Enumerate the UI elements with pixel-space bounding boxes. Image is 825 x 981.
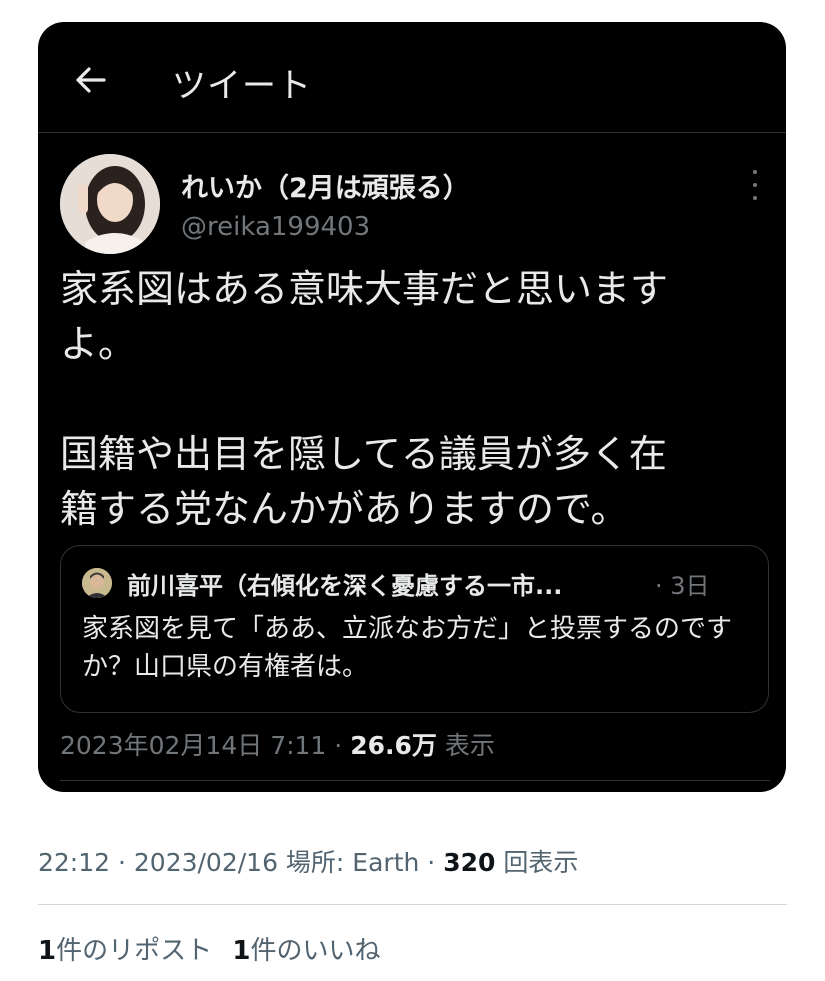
user-handle[interactable]: @reika199403: [181, 212, 370, 242]
more-dot-icon: [753, 183, 757, 187]
tweet-views-label: 表示: [436, 731, 495, 760]
back-arrow-icon: [73, 65, 107, 99]
quote-avatar-photo: [82, 568, 112, 598]
divider: [38, 904, 787, 905]
reposts-stat[interactable]: 1件のリポスト: [38, 936, 212, 966]
more-dot-icon: [753, 170, 757, 174]
quote-tweet[interactable]: 前川喜平（右傾化を深く憂慮する一市... · 3日 家系図を見て「ああ、立派なお…: [60, 545, 769, 713]
likes-count: 1: [232, 936, 251, 966]
likes-stat[interactable]: 1件のいいね: [232, 936, 380, 966]
post-views-count: 320: [443, 848, 496, 877]
avatar[interactable]: [60, 154, 160, 254]
header-title: ツイート: [172, 66, 312, 106]
post-meta: 22:12 · 2023/02/16 場所: Earth · 320 回表示: [38, 843, 578, 879]
embedded-tweet-screenshot: ツイート れいか（2月は頑張る） @reika199403 家系図はある意味大事…: [38, 22, 786, 792]
more-options-button[interactable]: [742, 170, 768, 200]
tweet-datetime: 2023年02月14日 7:11 ·: [60, 731, 351, 760]
likes-label: 件のいいね: [250, 936, 381, 966]
more-dot-icon: [753, 196, 757, 200]
tweet-meta: 2023年02月14日 7:11 · 26.6万 表示: [60, 726, 495, 762]
post-views-label: 回表示: [495, 848, 579, 877]
reposts-label: 件のリポスト: [56, 936, 213, 966]
post-datetime-location: 22:12 · 2023/02/16 場所: Earth ·: [38, 848, 444, 877]
tweet-views-count: 26.6万: [350, 731, 437, 760]
quote-avatar: [82, 568, 112, 598]
tweet-header-bar: ツイート: [38, 22, 786, 133]
back-button[interactable]: [68, 60, 112, 104]
engagement-stats: 1件のリポスト 1件のいいね: [38, 930, 392, 967]
display-name[interactable]: れいか（2月は頑張る）: [181, 166, 470, 205]
avatar-photo: [60, 154, 160, 254]
quote-author-name[interactable]: 前川喜平（右傾化を深く憂慮する一市...: [127, 566, 562, 601]
tweet-text: 家系図はある意味大事だと思います よ。 国籍や出目を隠してる議員が多く在 籍する…: [60, 267, 669, 531]
quote-timestamp: · 3日: [655, 572, 710, 600]
card-divider: [60, 780, 770, 781]
quote-text: 家系図を見て「ああ、立派なお方だ」と投票するのですか？山口県の有権者は。: [82, 614, 733, 682]
reposts-count: 1: [38, 936, 57, 966]
